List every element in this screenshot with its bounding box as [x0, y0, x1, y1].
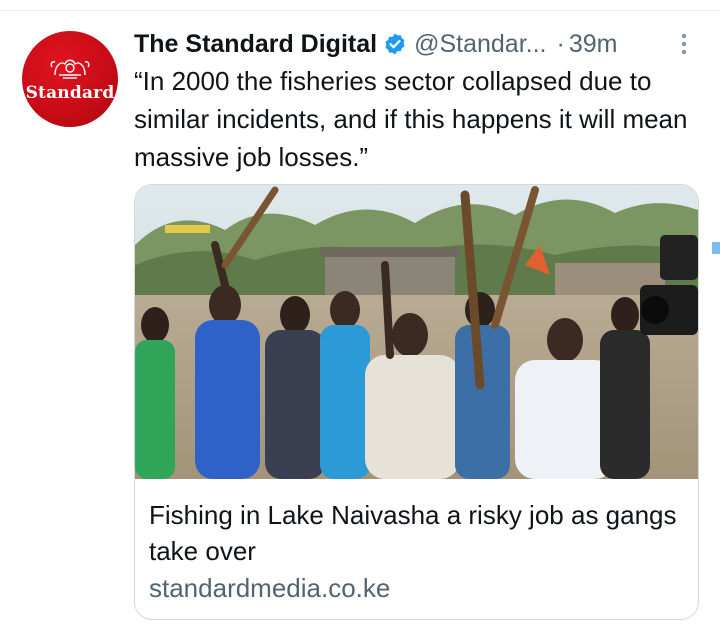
verified-badge-icon — [385, 33, 405, 55]
edge-marker — [712, 242, 720, 254]
display-name[interactable]: The Standard Digital — [134, 30, 377, 59]
timestamp[interactable]: 39m — [569, 30, 618, 59]
avatar-wordmark: Standard — [25, 83, 115, 103]
user-handle[interactable]: @Standar... — [414, 30, 546, 59]
card-domain[interactable]: standardmedia.co.ke — [149, 573, 390, 604]
more-vertical-icon[interactable] — [676, 32, 692, 56]
separator-dot: · — [556, 29, 565, 58]
card-photo[interactable] — [135, 185, 698, 479]
tweet-text: “In 2000 the fisheries sector collapsed … — [134, 66, 688, 172]
avatar[interactable]: Standard — [22, 31, 118, 127]
crest-logo-icon — [50, 59, 90, 79]
link-card[interactable]: Fishing in Lake Naivasha a risky job as … — [134, 184, 699, 620]
tweet-header: The Standard Digital @Standar... · 39m — [134, 27, 704, 61]
top-divider — [0, 10, 720, 11]
card-title[interactable]: Fishing in Lake Naivasha a risky job as … — [149, 497, 679, 569]
